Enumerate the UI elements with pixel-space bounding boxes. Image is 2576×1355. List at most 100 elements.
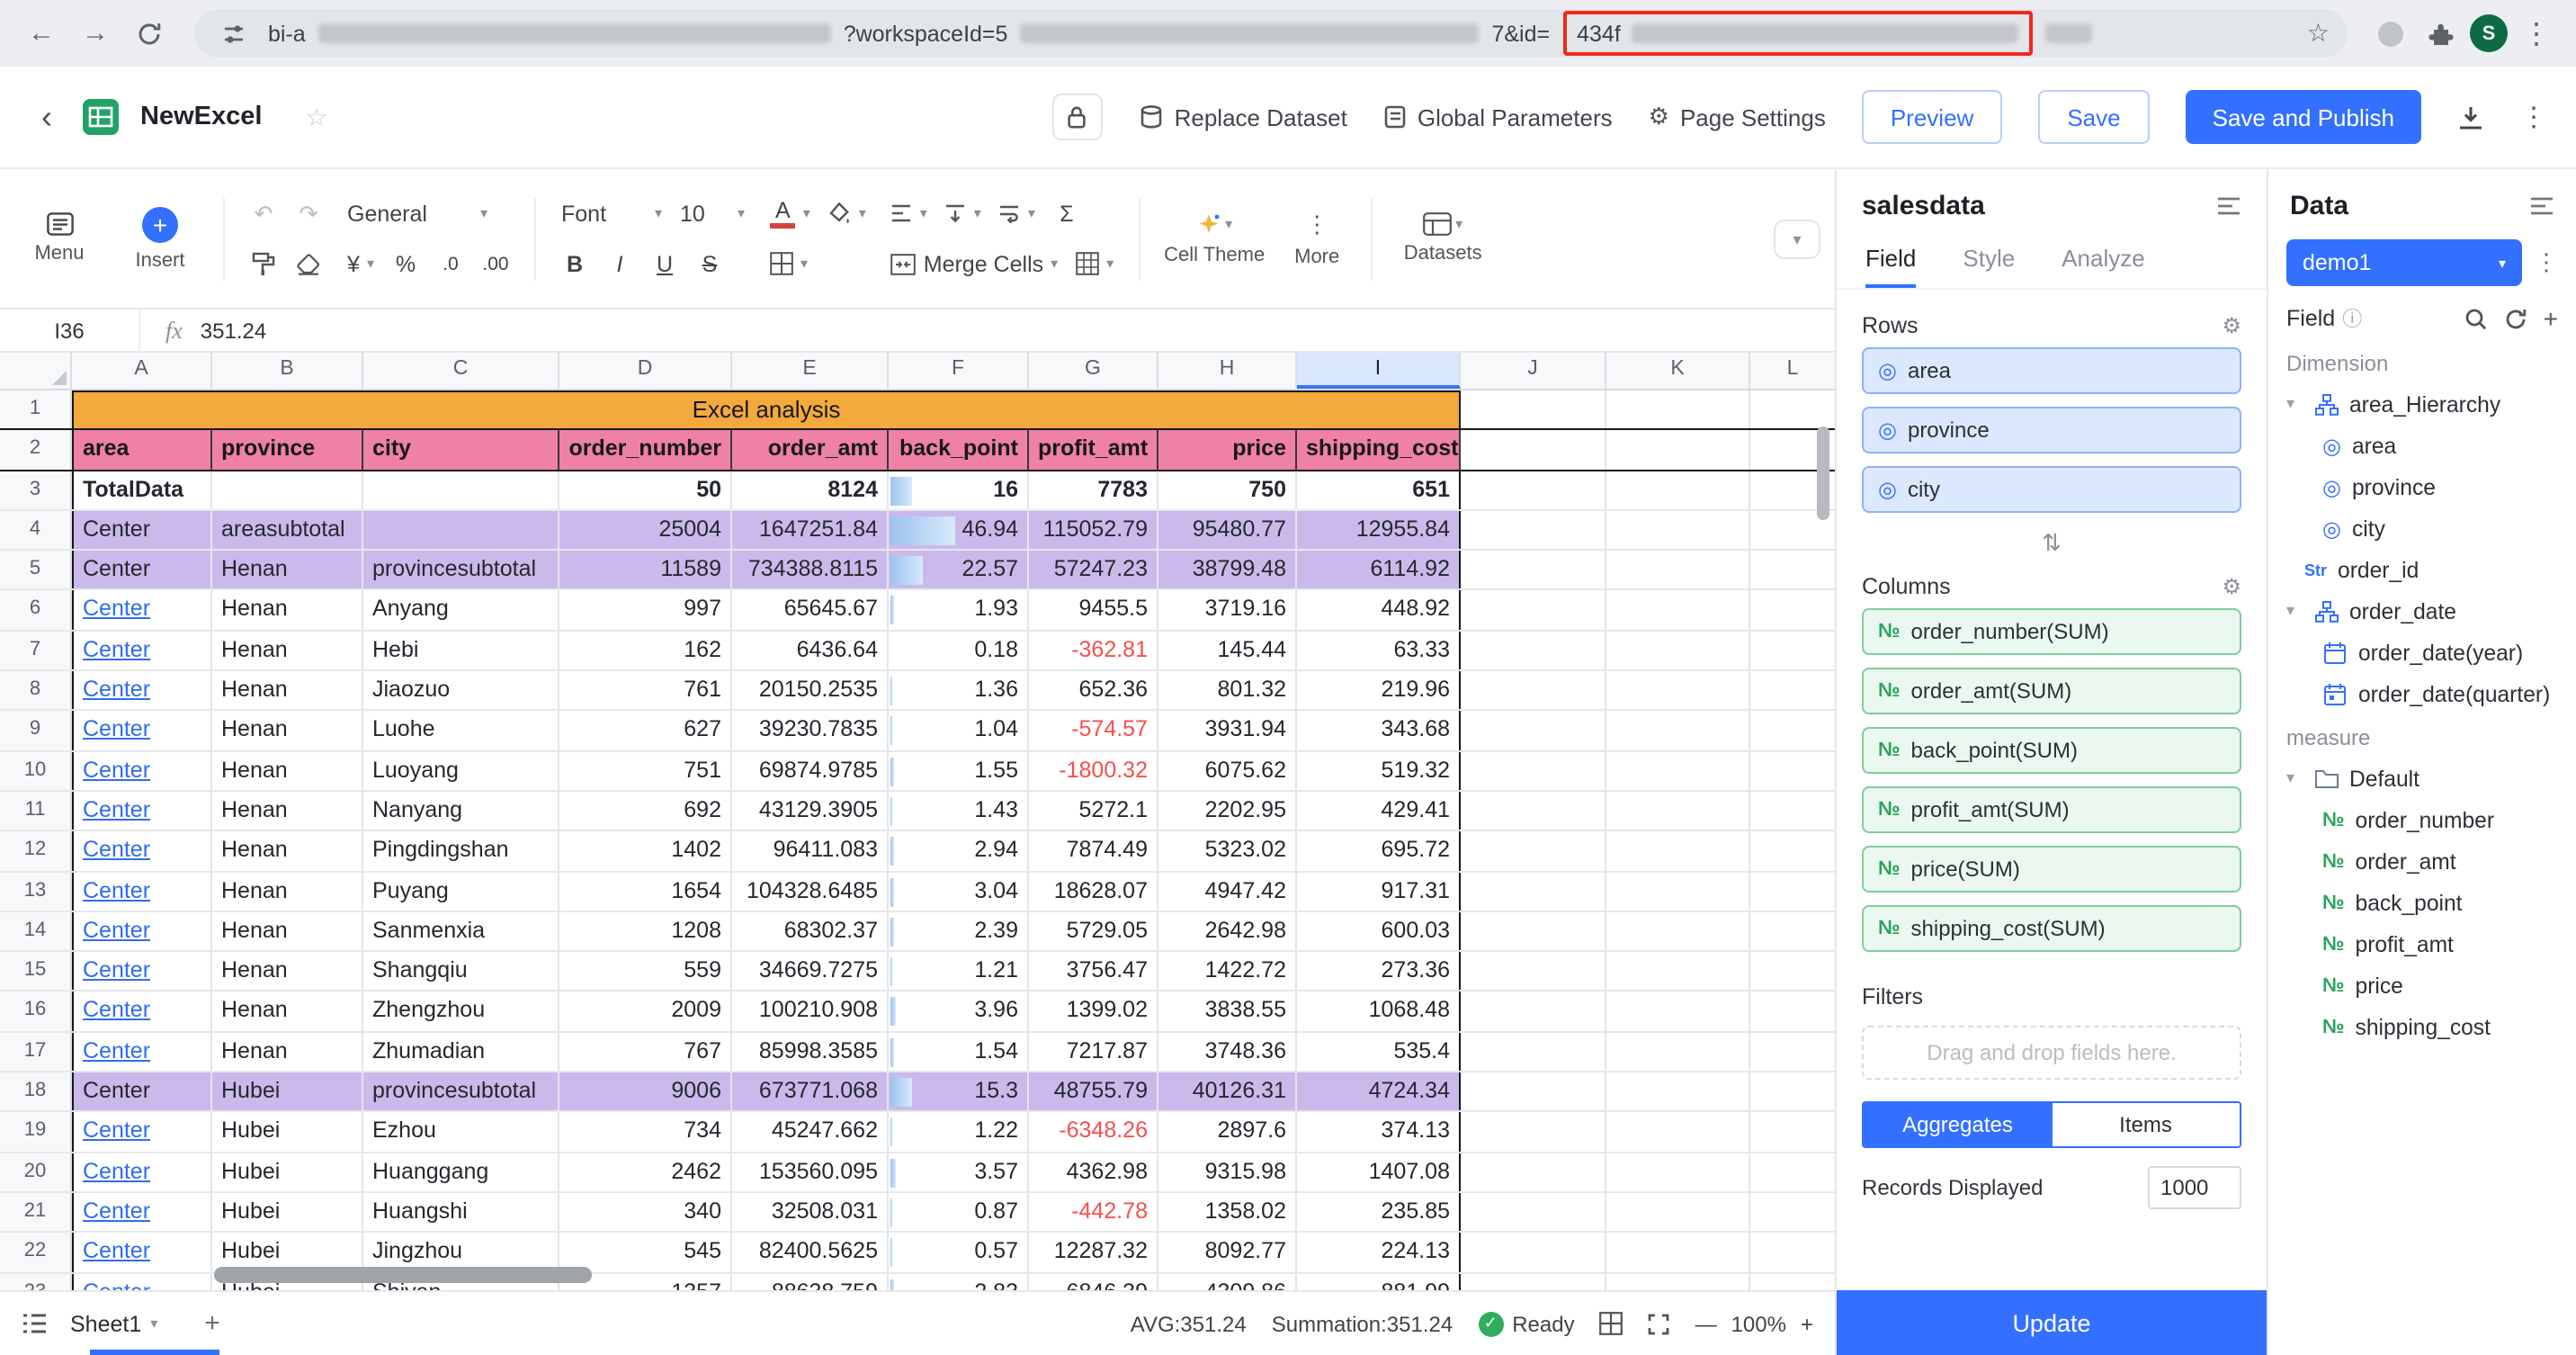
cell-shipping-cost[interactable]: 695.72 (1297, 832, 1461, 871)
cell-empty[interactable] (1606, 431, 1750, 470)
cell-empty[interactable] (1606, 992, 1750, 1031)
cell-order-number[interactable]: 692 (559, 792, 732, 830)
cell-order-number[interactable]: 11589 (559, 551, 732, 589)
cell-price[interactable]: 2897.6 (1158, 1113, 1297, 1152)
cell-shipping-cost[interactable]: 881.99 (1297, 1273, 1461, 1290)
cell-price[interactable]: 2642.98 (1158, 912, 1297, 951)
address-bar[interactable]: bi-a ?workspaceId=5 7&id= 434f ☆ (194, 9, 2348, 58)
replace-dataset-button[interactable]: Replace Dataset (1139, 103, 1347, 130)
font-select[interactable]: Font▾ (554, 193, 669, 234)
cell-city[interactable]: Puyang (363, 872, 559, 911)
cell-area[interactable]: Center (72, 712, 212, 750)
cell-back-point[interactable]: 46.94 (889, 511, 1029, 550)
area-link[interactable]: Center (83, 1279, 150, 1290)
format-painter-button[interactable] (243, 243, 284, 284)
cell-profit-amt[interactable]: 3756.47 (1029, 952, 1158, 991)
cell-back-point[interactable]: 2.83 (889, 1273, 1029, 1290)
column-field-pill[interactable]: № order_amt(SUM) (1862, 668, 2241, 714)
cell-profit-amt[interactable]: 7783 (1029, 471, 1158, 509)
cell-city[interactable]: Pingdingshan (363, 832, 559, 871)
bookmark-star-icon[interactable]: ☆ (2307, 18, 2330, 49)
area-link[interactable]: Center (83, 1038, 150, 1063)
cell-shipping-cost[interactable]: 273.36 (1297, 952, 1461, 991)
cell-empty[interactable] (1750, 1233, 1835, 1271)
vertical-scrollbar-thumb[interactable] (1817, 426, 1829, 520)
browser-menu-kebab-icon[interactable]: ⋮ (2515, 15, 2558, 51)
area-link[interactable]: TotalData (83, 476, 183, 501)
cell-order-number[interactable]: 1654 (559, 872, 732, 911)
horizontal-scrollbar-thumb[interactable] (214, 1267, 592, 1283)
cell-price[interactable]: 3748.36 (1158, 1033, 1297, 1072)
row-header[interactable]: 2 (0, 431, 72, 470)
cell-back-point[interactable]: 1.21 (889, 952, 1029, 991)
cell-order-amt[interactable]: 43129.3905 (732, 792, 889, 830)
cell-city[interactable]: Jingzhou (363, 1233, 559, 1271)
update-button[interactable]: Update (1837, 1290, 2267, 1355)
cell-area[interactable]: Center (72, 671, 212, 710)
cell-shipping-cost[interactable]: 600.03 (1297, 912, 1461, 951)
column-header-H[interactable]: H (1158, 353, 1297, 389)
tree-node-measure[interactable]: № price (2286, 965, 2558, 1006)
cell-price[interactable]: 9315.98 (1158, 1153, 1297, 1191)
cell-back-point[interactable]: 0.87 (889, 1193, 1029, 1232)
cell-order-number[interactable]: 1402 (559, 832, 732, 871)
column-header-B[interactable]: B (212, 353, 363, 389)
cell-empty[interactable] (1750, 390, 1835, 429)
cell-empty[interactable] (1606, 551, 1750, 589)
cell-price[interactable]: 2202.95 (1158, 792, 1297, 830)
row-header[interactable]: 16 (0, 992, 72, 1031)
row-header[interactable]: 8 (0, 671, 72, 710)
refresh-fields-icon[interactable] (2504, 307, 2527, 330)
cell-order-number[interactable]: 627 (559, 712, 732, 750)
horizontal-align-button[interactable]: ▾ (884, 193, 935, 234)
column-header-I-selected[interactable]: I (1297, 353, 1461, 389)
cell-empty[interactable] (1461, 1193, 1606, 1232)
cell-province[interactable]: Hubei (212, 1072, 363, 1111)
cell-profit-amt[interactable]: 57247.23 (1029, 551, 1158, 589)
cell-empty[interactable] (1606, 671, 1750, 710)
cell-province[interactable]: Henan (212, 952, 363, 991)
info-icon[interactable]: ⓘ (2342, 304, 2362, 333)
column-header-E[interactable]: E (732, 353, 889, 389)
cell-city[interactable] (363, 511, 559, 550)
cell-city[interactable]: Huangshi (363, 1193, 559, 1232)
tree-node-measure[interactable]: № order_number (2286, 799, 2558, 840)
column-header-K[interactable]: K (1606, 353, 1750, 389)
dataset-kebab-icon[interactable]: ⋮ (2535, 248, 2558, 277)
cell-shipping-cost[interactable]: 1068.48 (1297, 992, 1461, 1031)
toggle-aggregates[interactable]: Aggregates (1864, 1103, 2052, 1146)
cell-table-title[interactable]: Excel analysis (72, 390, 1461, 429)
font-size-select[interactable]: 10▾ (673, 193, 752, 234)
cell-empty[interactable] (1606, 1113, 1750, 1152)
cell-header-order-amt[interactable]: order_amt (732, 431, 889, 470)
row-header[interactable]: 18 (0, 1072, 72, 1111)
cell-empty[interactable] (1606, 952, 1750, 991)
cell-empty[interactable] (1461, 471, 1606, 509)
cell-profit-amt[interactable]: -6348.26 (1029, 1113, 1158, 1152)
tree-node-dimension[interactable]: ◎ province (2286, 466, 2558, 507)
cell-shipping-cost[interactable]: 535.4 (1297, 1033, 1461, 1072)
cell-empty[interactable] (1606, 712, 1750, 750)
cell-profit-amt[interactable]: 12287.32 (1029, 1233, 1158, 1271)
cell-empty[interactable] (1461, 751, 1606, 790)
number-format-select[interactable]: General▾ (340, 193, 495, 234)
area-link[interactable]: Center (83, 918, 150, 943)
cell-order-number[interactable]: 559 (559, 952, 732, 991)
cell-empty[interactable] (1606, 912, 1750, 951)
area-link[interactable]: Center (83, 1198, 150, 1224)
cell-empty[interactable] (1606, 1273, 1750, 1290)
tree-node-order-date-hierarchy[interactable]: ▾ order_date (2286, 590, 2558, 632)
tree-node-dimension[interactable]: ◎ city (2286, 507, 2558, 549)
cell-order-amt[interactable]: 82400.5625 (732, 1233, 889, 1271)
cell-header-order-number[interactable]: order_number (559, 431, 732, 470)
cell-area[interactable]: Center (72, 1193, 212, 1232)
sheet-tab[interactable]: Sheet1▾ (70, 1311, 157, 1336)
cell-price[interactable]: 3931.94 (1158, 712, 1297, 750)
panel-options-icon[interactable] (2216, 196, 2241, 216)
cell-order-number[interactable]: 340 (559, 1193, 732, 1232)
cell-back-point[interactable]: 3.04 (889, 872, 1029, 911)
cell-empty[interactable] (1461, 1113, 1606, 1152)
row-header[interactable]: 6 (0, 591, 72, 630)
cell-empty[interactable] (1461, 712, 1606, 750)
cell-shipping-cost[interactable]: 6114.92 (1297, 551, 1461, 589)
